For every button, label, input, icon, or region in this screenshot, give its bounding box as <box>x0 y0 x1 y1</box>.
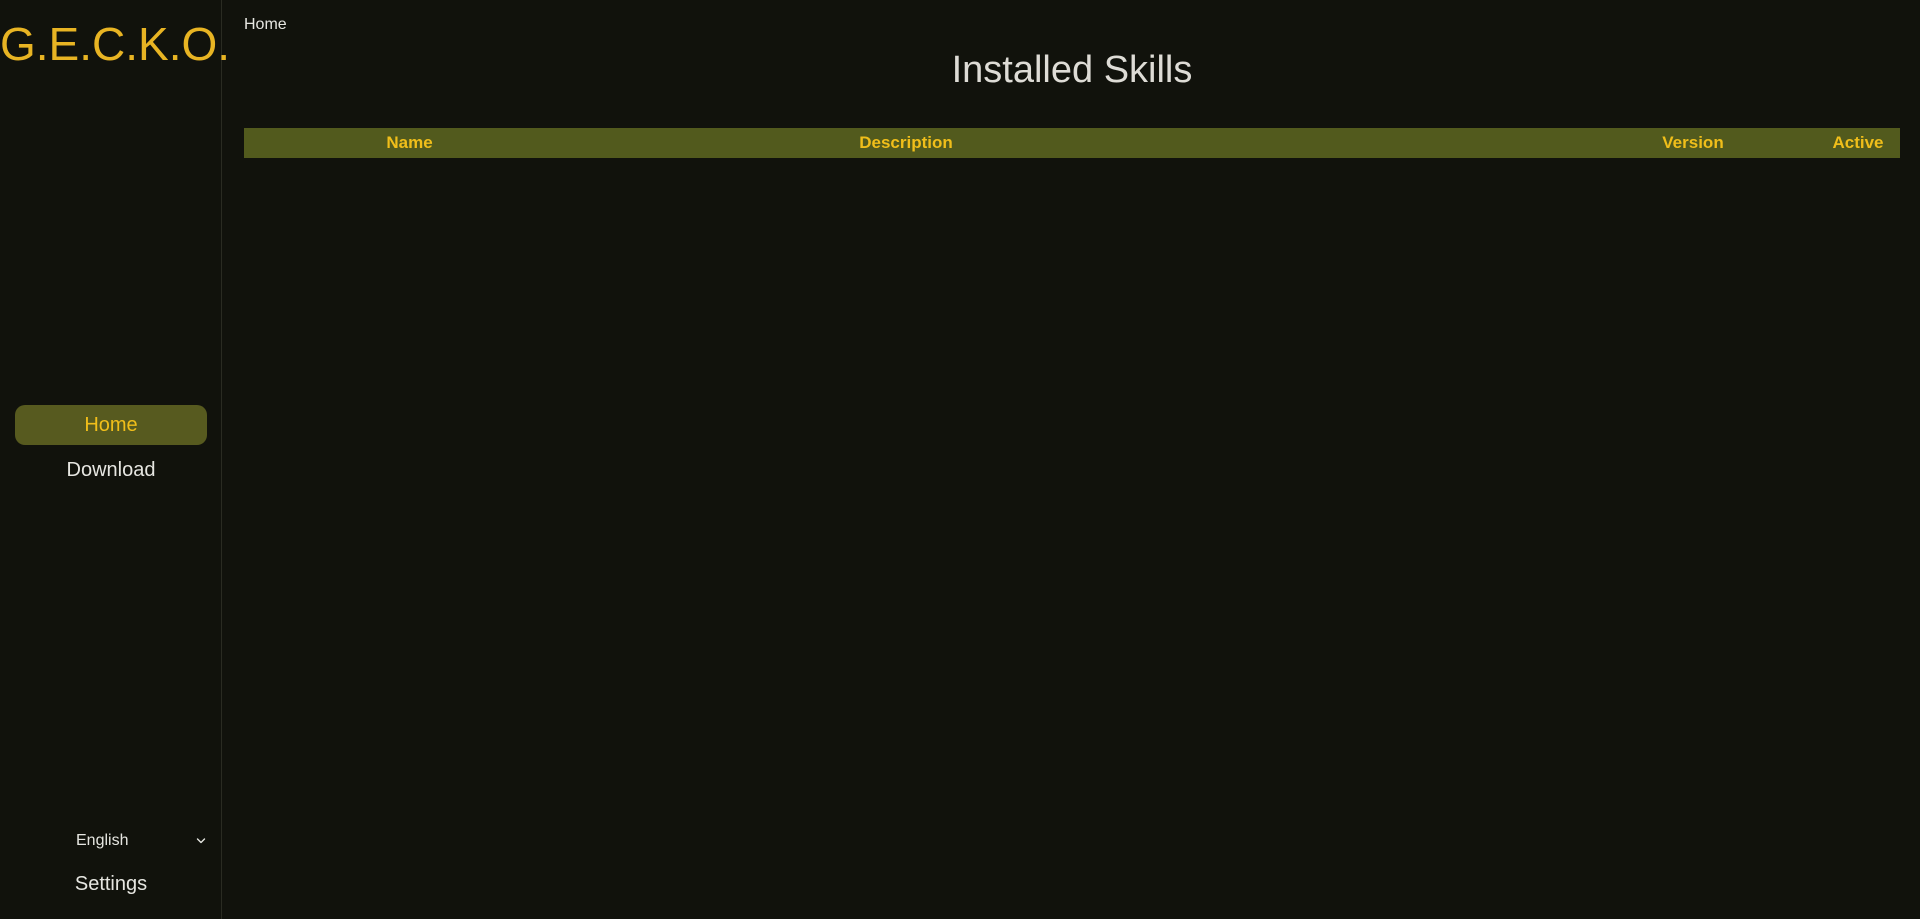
settings-button[interactable]: Settings <box>15 866 207 902</box>
skills-table: Name Description Version Active <box>244 128 1900 158</box>
chevron-down-icon <box>196 838 206 844</box>
breadcrumb[interactable]: Home <box>244 15 287 35</box>
column-header-description[interactable]: Description <box>575 128 1237 158</box>
column-header-name[interactable]: Name <box>244 128 575 158</box>
nav-item-download[interactable]: Download <box>15 450 207 490</box>
column-header-version[interactable]: Version <box>1651 128 1735 158</box>
app-logo: G.E.C.K.O. <box>0 18 231 70</box>
nav-item-home[interactable]: Home <box>15 405 207 445</box>
page-title: Installed Skills <box>951 49 1193 91</box>
app-window: G.E.C.K.O. Home Download English Setting… <box>0 0 1920 919</box>
table-header: Name Description Version Active <box>244 128 1900 158</box>
column-header-active[interactable]: Active <box>1816 128 1900 158</box>
language-selected-value: English <box>76 832 129 849</box>
sidebar: G.E.C.K.O. Home Download English Setting… <box>0 0 231 919</box>
language-select[interactable]: English <box>56 828 206 854</box>
